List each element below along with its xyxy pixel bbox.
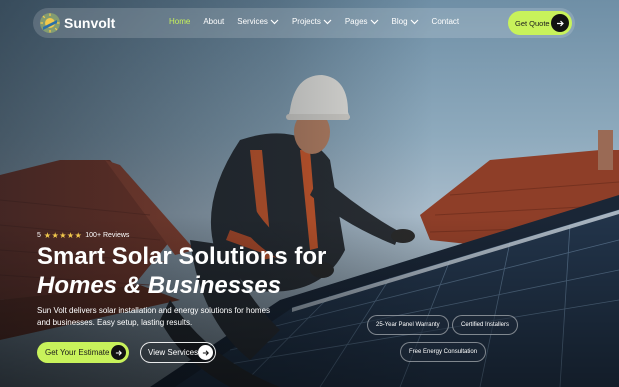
get-estimate-label: Get Your Estimate (45, 348, 110, 357)
certified-installers-badge: Certified Installers (452, 315, 519, 335)
hero-title-line2: Homes & Businesses (37, 272, 282, 299)
arrow-right-icon (551, 14, 569, 32)
hero-title-line1: Smart Solar Solutions for (37, 243, 327, 270)
nav-label: About (203, 17, 225, 26)
nav-label: Services (237, 17, 268, 26)
review-count: 100+ Reviews (85, 232, 130, 239)
nav-item-blog[interactable]: Blog (392, 17, 419, 26)
nav-item-contact[interactable]: Contact (432, 17, 460, 26)
nav-item-services[interactable]: Services (237, 17, 279, 26)
nav-item-home[interactable]: Home (169, 17, 190, 26)
hero-section: Sunvolt Home About Services Projects Pag… (0, 0, 619, 387)
rating-row: 5 ★★★★★ 100+ Reviews (37, 231, 129, 240)
get-estimate-button[interactable]: Get Your Estimate (37, 342, 129, 363)
chevron-down-icon (323, 19, 332, 24)
nav-item-about[interactable]: About (203, 17, 224, 26)
nav-label: Pages (344, 17, 368, 26)
chevron-down-icon (370, 19, 378, 24)
nav-label: Contact (431, 17, 460, 26)
star-rating-icon: ★★★★★ (43, 231, 83, 240)
warranty-badge: 25-Year Panel Warranty (367, 315, 449, 335)
free-consultation-badge: Free Energy Consultation (400, 342, 487, 362)
nav-label: Home (169, 17, 191, 26)
brand-name: Sunvolt (64, 15, 116, 31)
view-services-button[interactable]: View Services (140, 342, 216, 363)
arrow-right-icon (111, 345, 126, 360)
top-navbar: Sunvolt Home About Services Projects Pag… (33, 8, 575, 38)
get-quote-label: Get Quote (515, 18, 550, 28)
view-services-label: View Services (148, 348, 199, 357)
nav-label: Blog (391, 17, 408, 26)
hero-description: Sun Volt delivers solar installation and… (37, 306, 271, 327)
chevron-down-icon (410, 19, 418, 24)
main-menu: Home About Services Projects Pages Blog … (169, 17, 472, 26)
nav-label: Projects (291, 17, 321, 26)
rating-value: 5 (37, 232, 41, 239)
nav-item-pages[interactable]: Pages (345, 17, 379, 26)
get-quote-button[interactable]: Get Quote (508, 11, 572, 35)
nav-item-projects[interactable]: Projects (292, 17, 332, 26)
chevron-down-icon (270, 19, 279, 24)
sun-logo-icon (40, 13, 60, 33)
arrow-right-icon (198, 345, 213, 360)
logo[interactable]: Sunvolt (39, 12, 115, 34)
hero-title: Smart Solar Solutions for Homes & Busine… (37, 242, 326, 300)
